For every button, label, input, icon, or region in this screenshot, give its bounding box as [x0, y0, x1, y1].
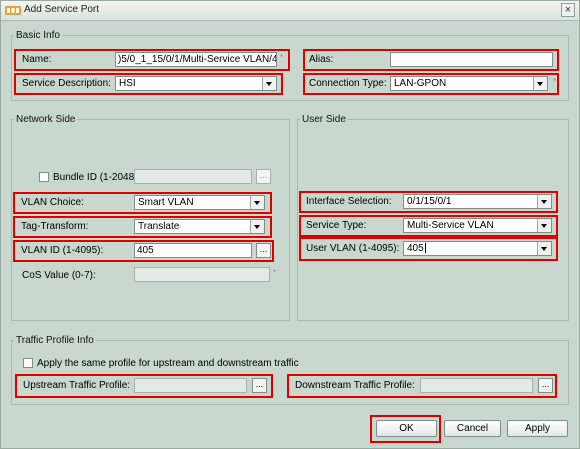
user-vlan-select[interactable]: 405	[403, 241, 552, 256]
app-icon	[5, 6, 21, 15]
add-service-port-dialog: Add Service Port × Basic Info Name: )5/0…	[0, 0, 580, 449]
vlan-choice-select[interactable]: Smart VLAN	[134, 195, 265, 210]
chevron-down-icon[interactable]	[537, 195, 551, 208]
title-bar: Add Service Port ×	[1, 1, 579, 21]
same-profile-label: Apply the same profile for upstream and …	[37, 358, 299, 369]
upstream-profile-browse-button[interactable]: ...	[252, 378, 267, 393]
user-side-legend: User Side	[302, 114, 346, 125]
name-label: Name:	[22, 54, 52, 65]
tag-transform-select[interactable]: Translate	[134, 219, 265, 234]
traffic-profile-legend: Traffic Profile Info	[16, 335, 94, 346]
chevron-down-icon[interactable]	[250, 220, 264, 233]
apply-button[interactable]: Apply	[507, 420, 568, 437]
connection-type-value: LAN-GPON	[394, 78, 447, 89]
downstream-profile-browse-button[interactable]: ...	[538, 378, 553, 393]
bundle-id-field[interactable]	[134, 169, 252, 184]
ok-button[interactable]: OK	[376, 420, 437, 437]
cancel-button[interactable]: Cancel	[444, 420, 501, 437]
chevron-down-icon[interactable]	[250, 196, 264, 209]
connection-type-required-mark: *	[553, 77, 557, 86]
network-side-legend: Network Side	[16, 114, 76, 125]
tag-transform-value: Translate	[138, 221, 180, 232]
upstream-profile-label: Upstream Traffic Profile:	[23, 380, 131, 391]
bundle-id-browse-button[interactable]: ...	[256, 169, 271, 184]
connection-type-label: Connection Type:	[309, 78, 387, 89]
vlan-id-label: VLAN ID (1-4095):	[21, 245, 104, 256]
chevron-down-icon[interactable]	[537, 219, 551, 232]
service-description-select[interactable]: HSI	[115, 76, 277, 91]
interface-selection-value: 0/1/15/0/1	[407, 196, 452, 207]
cos-value-label: CoS Value (0-7):	[22, 270, 96, 281]
user-vlan-value: 405	[407, 243, 424, 254]
upstream-profile-field[interactable]	[134, 378, 247, 393]
service-type-select[interactable]: Multi-Service VLAN	[403, 218, 552, 233]
service-description-value: HSI	[119, 78, 136, 89]
connection-type-select[interactable]: LAN-GPON	[390, 76, 548, 91]
basic-info-legend: Basic Info	[16, 30, 60, 41]
alias-label: Alias:	[309, 54, 334, 65]
text-cursor	[424, 243, 426, 254]
close-button[interactable]: ×	[561, 3, 575, 17]
downstream-profile-field[interactable]	[420, 378, 533, 393]
vlan-choice-value: Smart VLAN	[138, 197, 194, 208]
alias-field[interactable]	[390, 52, 553, 67]
tag-transform-label: Tag-Transform:	[21, 221, 89, 232]
chevron-down-icon[interactable]	[262, 77, 276, 90]
interface-selection-label: Interface Selection:	[306, 196, 392, 207]
vlan-choice-label: VLAN Choice:	[21, 197, 84, 208]
bundle-id-checkbox[interactable]	[39, 172, 49, 182]
bundle-id-label: Bundle ID (1-2048):	[53, 172, 141, 183]
chevron-down-icon[interactable]	[533, 77, 547, 90]
user-vlan-label: User VLAN (1-4095):	[306, 243, 400, 254]
interface-selection-select[interactable]: 0/1/15/0/1	[403, 194, 552, 209]
service-type-label: Service Type:	[306, 220, 367, 231]
downstream-profile-label: Downstream Traffic Profile:	[295, 380, 415, 391]
window-title: Add Service Port	[24, 4, 100, 15]
cos-value-required-mark: *	[273, 268, 277, 277]
vlan-id-browse-button[interactable]: ...	[256, 243, 271, 258]
cos-value-field[interactable]	[134, 267, 270, 282]
same-profile-checkbox[interactable]	[23, 358, 33, 368]
service-description-label: Service Description:	[22, 78, 111, 89]
name-required-mark: *	[280, 53, 284, 62]
service-type-value: Multi-Service VLAN	[407, 220, 494, 231]
vlan-id-field[interactable]: 405	[134, 243, 252, 258]
close-icon: ×	[564, 4, 572, 16]
name-field[interactable]: )5/0_1_15/0/1/Multi-Service VLAN/405	[115, 52, 277, 67]
chevron-down-icon[interactable]	[537, 242, 551, 255]
